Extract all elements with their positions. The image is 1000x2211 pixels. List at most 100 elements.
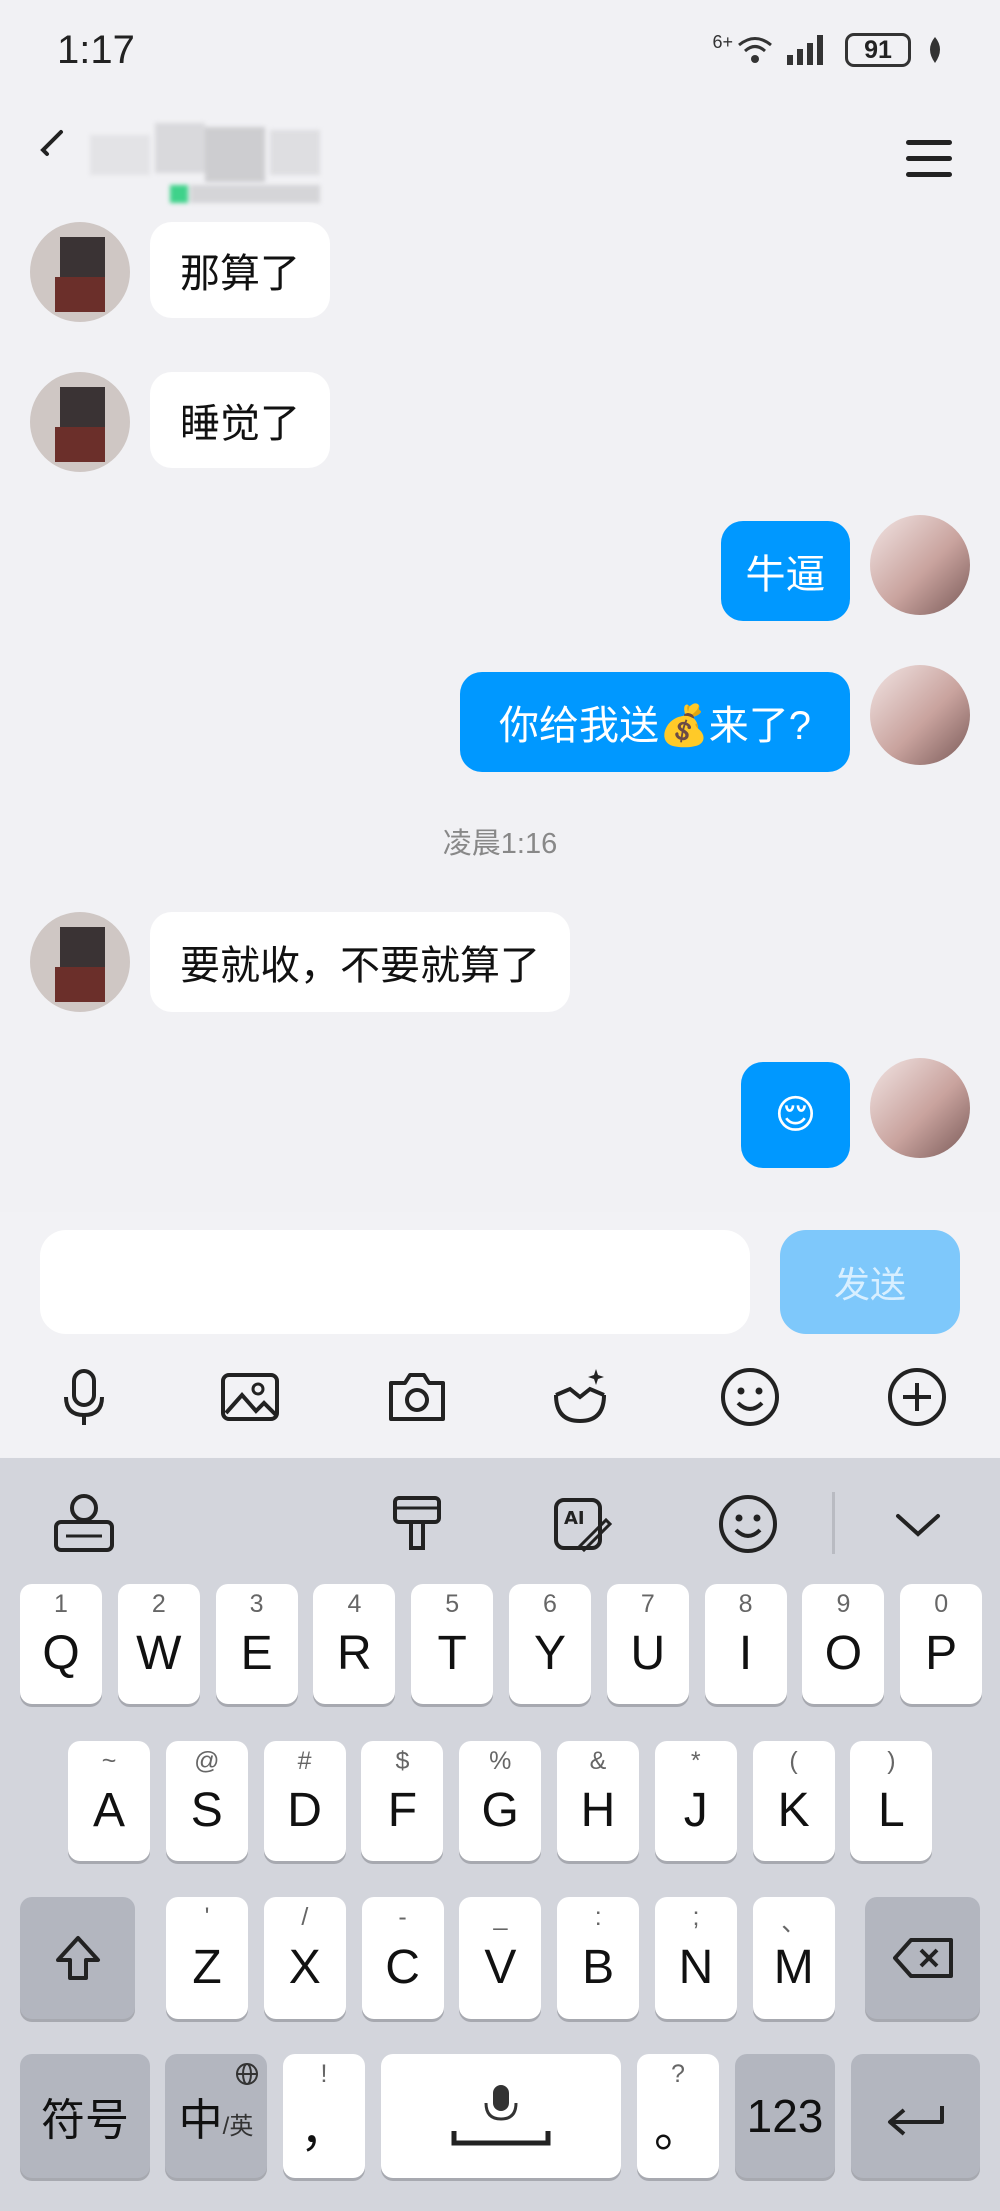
sticker-icon[interactable]	[548, 1365, 612, 1429]
key-label: Y	[533, 1626, 566, 1680]
toolbar-divider	[832, 1492, 835, 1554]
key-label: V	[484, 1940, 517, 1994]
key-label: P	[925, 1626, 958, 1680]
key-label: Q	[42, 1626, 80, 1680]
key-label: C	[385, 1940, 420, 1994]
key-secondary-label: _	[493, 1903, 508, 1931]
key-o[interactable]: 9O	[802, 1584, 885, 1704]
plus-icon[interactable]	[885, 1365, 949, 1429]
symbols-key[interactable]: 符号	[20, 2054, 150, 2178]
lang-label: 中	[178, 2096, 223, 2145]
key-b[interactable]: :B	[557, 1897, 640, 2019]
period-key[interactable]: ? 。	[637, 2054, 719, 2178]
message-bubble[interactable]: 睡觉了	[150, 372, 330, 468]
key-secondary-label: 3	[249, 1590, 264, 1618]
key-e[interactable]: 3E	[215, 1584, 298, 1704]
key-secondary-label: ;	[692, 1903, 700, 1931]
key-label: T	[437, 1626, 467, 1680]
theme-brush-icon[interactable]	[385, 1492, 449, 1556]
message-bubble[interactable]: 你给我送💰来了?	[460, 672, 850, 772]
key-label: W	[136, 1626, 182, 1680]
back-icon[interactable]	[33, 128, 73, 168]
message-input[interactable]	[40, 1230, 750, 1334]
symbols-label: 符号	[41, 2096, 129, 2145]
contact-avatar[interactable]	[30, 372, 130, 472]
key-r[interactable]: 4R	[313, 1584, 396, 1704]
ai-write-icon[interactable]: AI	[550, 1492, 614, 1556]
key-w[interactable]: 2W	[117, 1584, 200, 1704]
key-f[interactable]: $ F	[361, 1741, 444, 1861]
key-d[interactable]: # D	[263, 1741, 346, 1861]
key-y[interactable]: 6Y	[509, 1584, 591, 1704]
key-u[interactable]: 7U	[606, 1584, 689, 1704]
status-icons: 6+ 91	[712, 30, 945, 70]
contact-avatar[interactable]	[30, 912, 130, 1012]
message-bubble[interactable]: 要就收，不要就算了	[150, 912, 570, 1012]
key-j[interactable]: * J	[654, 1741, 737, 1861]
message-bubble[interactable]: 😌	[741, 1062, 850, 1168]
shift-key[interactable]	[20, 1897, 135, 2019]
key-label: O	[824, 1626, 863, 1680]
numbers-label: 123	[746, 2090, 824, 2142]
key-t[interactable]: 5T	[411, 1584, 494, 1704]
key-secondary-label: '	[204, 1903, 210, 1931]
contact-avatar[interactable]	[30, 222, 130, 322]
message-bubble[interactable]: 牛逼	[721, 521, 850, 621]
key-h[interactable]: & H	[557, 1741, 639, 1861]
backspace-key[interactable]	[865, 1897, 980, 2019]
key-secondary-label: %	[489, 1747, 512, 1775]
message-bubble[interactable]: 那算了	[150, 222, 330, 318]
key-s[interactable]: @ S	[165, 1741, 248, 1861]
numbers-key[interactable]: 123	[735, 2054, 835, 2178]
send-button[interactable]: 发送	[780, 1230, 960, 1334]
key-a[interactable]: ~ A	[68, 1741, 150, 1861]
user-avatar[interactable]	[870, 1058, 970, 1158]
period-label: 。	[653, 2104, 702, 2157]
key-c[interactable]: -C	[361, 1897, 444, 2019]
space-key[interactable]	[381, 2054, 621, 2178]
key-label: U	[630, 1626, 666, 1680]
keyboard-settings-icon[interactable]	[52, 1492, 116, 1556]
language-switch-key[interactable]: 中/英	[165, 2054, 267, 2178]
image-icon[interactable]	[218, 1365, 282, 1429]
key-secondary-label: ~	[101, 1747, 117, 1775]
key-label: K	[777, 1783, 810, 1837]
key-g[interactable]: % G	[459, 1741, 542, 1861]
camera-icon[interactable]	[385, 1365, 449, 1429]
timestamp: 凌晨1:16	[442, 828, 558, 860]
key-secondary-label: (	[789, 1747, 798, 1775]
status-bar: 1:17 6+ 91	[0, 0, 1000, 100]
key-secondary-label: @	[194, 1747, 220, 1775]
key-secondary-label: &	[589, 1747, 607, 1775]
microphone-icon[interactable]	[52, 1365, 116, 1429]
user-avatar[interactable]	[870, 515, 970, 615]
key-q[interactable]: 1Q	[20, 1584, 102, 1704]
key-secondary-label: :	[594, 1903, 602, 1931]
key-label: R	[337, 1626, 372, 1680]
menu-icon[interactable]	[906, 140, 952, 180]
key-m[interactable]: 、 M	[752, 1897, 835, 2019]
key-v[interactable]: _ V	[459, 1897, 542, 2019]
key-z[interactable]: ' Z	[166, 1897, 248, 2019]
backspace-icon	[892, 1938, 953, 1978]
key-k[interactable]: (K	[752, 1741, 835, 1861]
key-secondary-label: *	[690, 1747, 701, 1775]
key-l[interactable]: ) L	[850, 1741, 933, 1861]
key-secondary-label: /	[301, 1903, 309, 1931]
signal-icon	[787, 35, 823, 65]
key-secondary-label: 5	[445, 1590, 460, 1618]
key-secondary-label: 4	[347, 1590, 362, 1618]
key-p[interactable]: 0P	[900, 1584, 983, 1704]
key-n[interactable]: ; N	[655, 1897, 737, 2019]
enter-key[interactable]	[851, 2054, 980, 2178]
comma-key[interactable]: ! ，	[283, 2054, 365, 2178]
wifi-icon	[738, 37, 772, 63]
user-avatar[interactable]	[870, 665, 970, 765]
leaf-icon	[930, 37, 940, 63]
keyboard-emoji-icon[interactable]	[716, 1492, 780, 1556]
collapse-keyboard-icon[interactable]	[886, 1492, 950, 1556]
comma-label: ，	[299, 2104, 348, 2157]
key-i[interactable]: 8I	[704, 1584, 787, 1704]
key-x[interactable]: / X	[263, 1897, 346, 2019]
emoji-icon[interactable]	[718, 1365, 782, 1429]
